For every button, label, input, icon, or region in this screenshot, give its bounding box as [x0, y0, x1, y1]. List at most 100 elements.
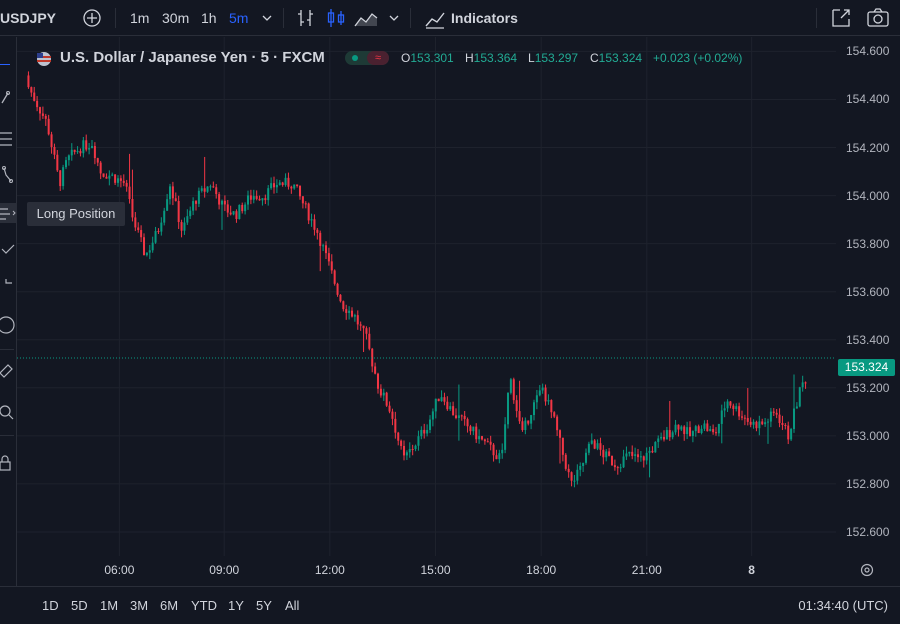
utc-clock[interactable]: 01:34:40 (UTC) — [798, 587, 888, 616]
shapes-tool[interactable] — [0, 315, 16, 335]
range-button-6m[interactable]: 6M — [160, 587, 178, 616]
candle-up — [790, 429, 792, 439]
pattern-tool[interactable] — [0, 165, 16, 185]
candle-down — [215, 187, 217, 194]
range-button-1y[interactable]: 1Y — [228, 587, 244, 616]
candle-down — [556, 417, 558, 431]
divider — [115, 8, 116, 28]
candle-up — [675, 425, 677, 433]
chart-pane[interactable] — [17, 37, 836, 585]
candle-down — [755, 422, 757, 428]
candle-down — [360, 324, 362, 325]
candle-up — [585, 453, 587, 463]
area-style-button[interactable] — [353, 0, 379, 36]
drawing-toolbar — [0, 37, 17, 587]
interval-5m[interactable]: 5m — [229, 0, 248, 36]
measure-tool[interactable] — [0, 361, 16, 381]
candle-up — [793, 409, 795, 429]
price-axis[interactable]: 154.600154.400154.200154.000153.800153.6… — [836, 37, 900, 585]
zoom-tool[interactable] — [0, 403, 16, 423]
compare-add-button[interactable] — [82, 0, 102, 36]
candle-down — [250, 195, 252, 199]
indicators-button[interactable] — [424, 0, 446, 36]
candle-down — [100, 163, 102, 174]
candle-down — [227, 204, 229, 212]
magnifier-icon — [0, 403, 16, 423]
brush-tool[interactable] — [0, 275, 16, 295]
ohlc-high: H153.364 — [465, 47, 517, 69]
candle-up — [758, 421, 760, 428]
candle-down — [475, 427, 477, 440]
chart-type-dropdown-button[interactable] — [387, 0, 401, 36]
candle-down — [744, 418, 746, 419]
market-status-badge[interactable]: ≈ — [345, 51, 389, 65]
candle-up — [507, 393, 509, 424]
symbol-title[interactable]: U.S. Dollar / Japanese Yen · 5 · FXCM — [60, 47, 325, 69]
candle-down — [282, 182, 284, 185]
candle-down — [732, 406, 734, 409]
candle-down — [527, 421, 529, 424]
candle-down — [235, 211, 237, 219]
range-button-3m[interactable]: 3M — [130, 587, 148, 616]
gear-icon — [859, 562, 875, 578]
candle-down — [172, 186, 174, 198]
candle-up — [588, 444, 590, 453]
candle-up — [530, 415, 532, 424]
area-chart-icon — [353, 0, 379, 36]
candle-down — [493, 445, 495, 456]
interval-30m[interactable]: 30m — [162, 0, 189, 36]
range-button-5y[interactable]: 5Y — [256, 587, 272, 616]
open-popup-button[interactable] — [830, 0, 850, 36]
y-tick-label: 152.600 — [846, 525, 889, 539]
candle-up — [510, 379, 512, 393]
candles-style-button[interactable] — [326, 0, 346, 36]
range-button-1m[interactable]: 1M — [100, 587, 118, 616]
fib-tool[interactable] — [0, 129, 16, 149]
candle-up — [276, 185, 278, 187]
candle-down — [299, 186, 301, 196]
candle-down — [761, 421, 763, 424]
interval-1h[interactable]: 1h — [201, 0, 217, 36]
axis-settings-button[interactable] — [859, 562, 875, 583]
candle-up — [657, 438, 659, 441]
projection-tool[interactable] — [0, 239, 16, 259]
trend-line-tool[interactable] — [0, 87, 16, 107]
bar-style-button[interactable] — [296, 0, 316, 36]
candle-up — [724, 408, 726, 410]
symbol-search-button[interactable]: USDJPY — [0, 0, 56, 36]
interval-dropdown-button[interactable] — [260, 0, 274, 36]
brush-icon — [0, 275, 16, 295]
candle-down — [328, 253, 330, 261]
candle-up — [247, 195, 249, 204]
chevron-down-icon — [387, 0, 401, 36]
candle-up — [169, 186, 171, 199]
candle-down — [27, 75, 29, 87]
range-button-1d[interactable]: 1D — [42, 587, 59, 616]
indicators-label[interactable]: Indicators — [451, 0, 518, 36]
candle-up — [417, 436, 419, 446]
candle-down — [689, 427, 691, 436]
time-axis[interactable]: 06:0009:0012:0015:0018:0021:008 — [17, 556, 836, 584]
y-tick-label: 154.600 — [846, 44, 889, 58]
candle-up — [432, 411, 434, 419]
candle-up — [458, 415, 460, 418]
candle-up — [201, 188, 203, 191]
y-tick-label: 153.600 — [846, 285, 889, 299]
candle-down — [302, 196, 304, 203]
candle-up — [111, 175, 113, 176]
lock-tool[interactable] — [0, 453, 16, 473]
interval-1m[interactable]: 1m — [130, 0, 149, 36]
screenshot-button[interactable] — [866, 0, 890, 36]
range-button-ytd[interactable]: YTD — [191, 587, 217, 616]
candle-down — [157, 231, 159, 232]
candle-up — [65, 160, 67, 167]
candle-down — [484, 439, 486, 441]
range-button-5d[interactable]: 5D — [71, 587, 88, 616]
candle-down — [195, 201, 197, 204]
candle-up — [718, 424, 720, 433]
candlestick-chart[interactable] — [17, 37, 836, 585]
x-tick-label: 09:00 — [209, 563, 239, 577]
range-button-all[interactable]: All — [285, 587, 299, 616]
candle-down — [784, 425, 786, 426]
position-tool[interactable] — [0, 203, 16, 223]
